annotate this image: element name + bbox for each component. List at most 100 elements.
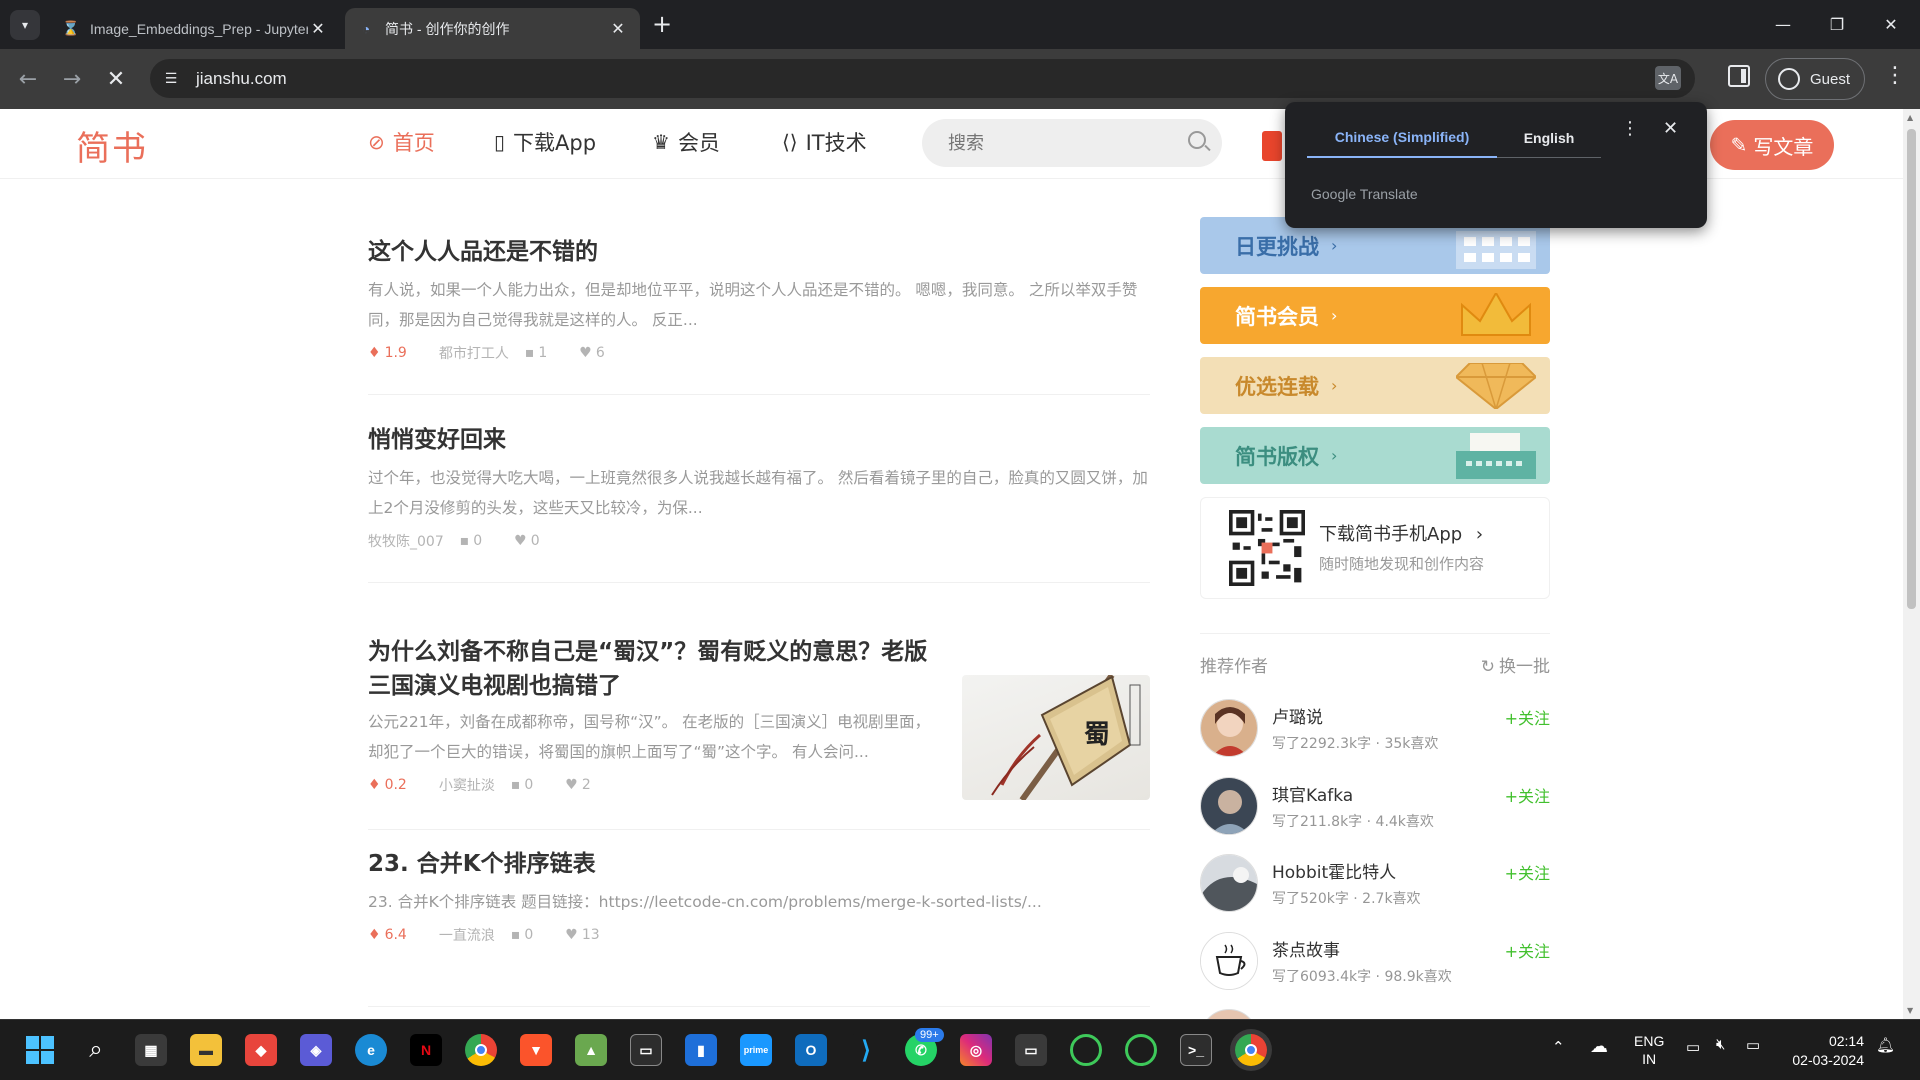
follow-button[interactable]: +关注 bbox=[1505, 705, 1550, 729]
netflix-icon[interactable]: N bbox=[410, 1034, 442, 1066]
outlook-icon[interactable]: O bbox=[795, 1034, 827, 1066]
close-icon[interactable]: ✕ bbox=[608, 19, 628, 39]
store-icon[interactable]: ▦ bbox=[135, 1034, 167, 1066]
article-title[interactable]: 为什么刘备不称自己是“蜀汉”？蜀有贬义的意思？老版三国演义电视剧也搞错了 bbox=[368, 635, 938, 703]
avatar[interactable] bbox=[1200, 777, 1258, 835]
code-icon: ⟨⟩ bbox=[782, 130, 798, 154]
chrome-icon[interactable] bbox=[465, 1034, 497, 1066]
search-icon[interactable] bbox=[1188, 131, 1206, 149]
lang-line2: IN bbox=[1642, 1051, 1657, 1067]
powershell-icon[interactable]: >_ bbox=[1180, 1034, 1212, 1066]
minimize-button[interactable]: — bbox=[1756, 0, 1810, 49]
follow-button[interactable]: +关注 bbox=[1505, 938, 1550, 962]
author-link[interactable]: 牧牧陈_007 bbox=[368, 531, 444, 551]
app-blue-icon[interactable]: ▮ bbox=[685, 1034, 717, 1066]
nav-download-app[interactable]: ▯ 下载App bbox=[494, 127, 596, 157]
app-window-icon[interactable]: ▭ bbox=[1015, 1034, 1047, 1066]
board-selected-serial[interactable]: 优选连载 › bbox=[1200, 357, 1550, 414]
refresh-label: 换一批 bbox=[1499, 657, 1550, 677]
prime-video-icon[interactable]: prime bbox=[740, 1034, 772, 1066]
author-name[interactable]: 茶点故事 bbox=[1272, 936, 1340, 961]
app-green-ring-icon[interactable] bbox=[1070, 1034, 1102, 1066]
profile-button[interactable]: Guest bbox=[1765, 58, 1865, 100]
board-jianshu-member[interactable]: 简书会员 › bbox=[1200, 287, 1550, 344]
avatar[interactable] bbox=[1200, 932, 1258, 990]
app-green-ring-icon[interactable] bbox=[1125, 1034, 1157, 1066]
article-thumbnail[interactable]: 蜀 bbox=[962, 675, 1150, 800]
nav-it-tech[interactable]: ⟨⟩ IT技术 bbox=[782, 127, 867, 157]
comment-count[interactable]: ▪ 1 bbox=[525, 345, 563, 361]
red-envelope-icon[interactable] bbox=[1262, 131, 1282, 161]
side-panel-icon[interactable] bbox=[1728, 65, 1750, 87]
follow-button[interactable]: +关注 bbox=[1505, 860, 1550, 884]
address-bar[interactable]: ☰ jianshu.com 文A bbox=[150, 59, 1695, 98]
article-title[interactable]: 悄悄变好回来 bbox=[368, 423, 1150, 457]
source-language-tab[interactable]: Chinese (Simplified) bbox=[1307, 118, 1497, 158]
browser-tab-jianshu[interactable]: ◔ 简书 - 创作你的创作 ✕ bbox=[345, 8, 640, 49]
app-diamond-icon[interactable]: ◆ bbox=[245, 1034, 277, 1066]
site-info-icon[interactable]: ☰ bbox=[160, 68, 182, 90]
nav-member[interactable]: ♛ 会员 bbox=[652, 127, 720, 157]
author-link[interactable]: 小窦扯淡 bbox=[439, 775, 495, 795]
photos-icon[interactable]: ▲ bbox=[575, 1034, 607, 1066]
search-input[interactable] bbox=[948, 132, 1168, 154]
file-explorer-icon[interactable]: ▬ bbox=[190, 1034, 222, 1066]
edge-icon[interactable]: e bbox=[355, 1034, 387, 1066]
avatar[interactable] bbox=[1200, 1009, 1258, 1019]
network-icon[interactable]: ▭ bbox=[1686, 1038, 1700, 1056]
article-title[interactable]: 23. 合并K个排序链表 bbox=[368, 847, 1150, 881]
translate-options-icon[interactable]: ⋮ bbox=[1621, 118, 1639, 139]
refresh-button[interactable]: ↻ 换一批 bbox=[1481, 652, 1550, 677]
comment-count[interactable]: ▪ 0 bbox=[511, 777, 549, 793]
system-clock[interactable]: 02:14 02-03-2024 bbox=[1784, 1032, 1864, 1070]
stop-loading-button[interactable]: ✕ bbox=[100, 63, 132, 95]
instagram-icon[interactable]: ◎ bbox=[960, 1034, 992, 1066]
site-logo[interactable]: 简书 bbox=[76, 121, 148, 170]
scroll-down-arrow-icon[interactable]: ▼ bbox=[1907, 1006, 1913, 1015]
nav-home[interactable]: ⊘ 首页 bbox=[368, 127, 435, 157]
vscode-icon[interactable]: ⟩ bbox=[850, 1034, 882, 1066]
url-text[interactable]: jianshu.com bbox=[196, 69, 287, 89]
scroll-up-arrow-icon[interactable]: ▲ bbox=[1907, 113, 1913, 122]
avatar[interactable] bbox=[1200, 699, 1258, 757]
volume-muted-icon[interactable]: 🔇︎ bbox=[1716, 1036, 1725, 1053]
close-icon[interactable]: ✕ bbox=[1663, 118, 1678, 139]
author-name[interactable]: Hobbit霍比特人 bbox=[1272, 858, 1396, 883]
scrollbar-thumb[interactable] bbox=[1907, 129, 1916, 609]
chevron-up-icon[interactable]: ⌃ bbox=[1552, 1038, 1565, 1056]
chrome-active-icon[interactable] bbox=[1235, 1034, 1267, 1066]
page-scrollbar[interactable]: ▲ ▼ bbox=[1903, 109, 1920, 1019]
close-icon[interactable]: ✕ bbox=[308, 19, 328, 39]
author-link[interactable]: 都市打工人 bbox=[439, 343, 509, 363]
notification-bell-icon[interactable]: 🔔︎ bbox=[1876, 1036, 1895, 1054]
download-app-card[interactable]: 下载简书手机App › 随时随地发现和创作内容 bbox=[1200, 497, 1550, 599]
brave-icon[interactable]: ▼ bbox=[520, 1034, 552, 1066]
article-title[interactable]: 这个人人品还是不错的 bbox=[368, 235, 1150, 269]
battery-icon[interactable]: ▭ bbox=[1746, 1036, 1760, 1054]
author-link[interactable]: 一直流浪 bbox=[439, 925, 495, 945]
author-name[interactable]: 卢璐说 bbox=[1272, 703, 1323, 728]
forward-button[interactable]: → bbox=[56, 63, 88, 95]
new-tab-button[interactable]: + bbox=[650, 12, 674, 36]
search-icon[interactable]: ⌕ bbox=[80, 1034, 112, 1066]
author-name[interactable]: 琪官Kafka bbox=[1272, 781, 1353, 806]
target-language-tab[interactable]: English bbox=[1497, 118, 1601, 158]
back-button[interactable]: ← bbox=[12, 63, 44, 95]
comment-count[interactable]: ▪ 0 bbox=[511, 927, 549, 943]
windows-start-icon[interactable] bbox=[24, 1034, 56, 1066]
language-indicator[interactable]: ENG IN bbox=[1634, 1032, 1664, 1068]
close-window-button[interactable]: ✕ bbox=[1864, 0, 1918, 49]
cloud-icon[interactable]: ☁ bbox=[1590, 1036, 1608, 1057]
restore-button[interactable]: ❐ bbox=[1810, 0, 1864, 49]
browser-tab-jupyter[interactable]: ⌛ Image_Embeddings_Prep - Jupyter ✕ bbox=[50, 8, 340, 49]
browser-menu-icon[interactable]: ⋮ bbox=[1884, 63, 1906, 88]
write-article-button[interactable]: ✎ 写文章 bbox=[1710, 120, 1834, 170]
comment-count[interactable]: ▪ 0 bbox=[460, 533, 498, 549]
translate-icon[interactable]: 文A bbox=[1655, 66, 1681, 90]
tab-search-dropdown-icon[interactable]: ▾ bbox=[10, 9, 40, 40]
copilot-icon[interactable]: ◈ bbox=[300, 1034, 332, 1066]
follow-button[interactable]: +关注 bbox=[1505, 783, 1550, 807]
terminal-icon[interactable]: ▭ bbox=[630, 1034, 662, 1066]
avatar[interactable] bbox=[1200, 854, 1258, 912]
board-copyright[interactable]: 简书版权 › bbox=[1200, 427, 1550, 484]
